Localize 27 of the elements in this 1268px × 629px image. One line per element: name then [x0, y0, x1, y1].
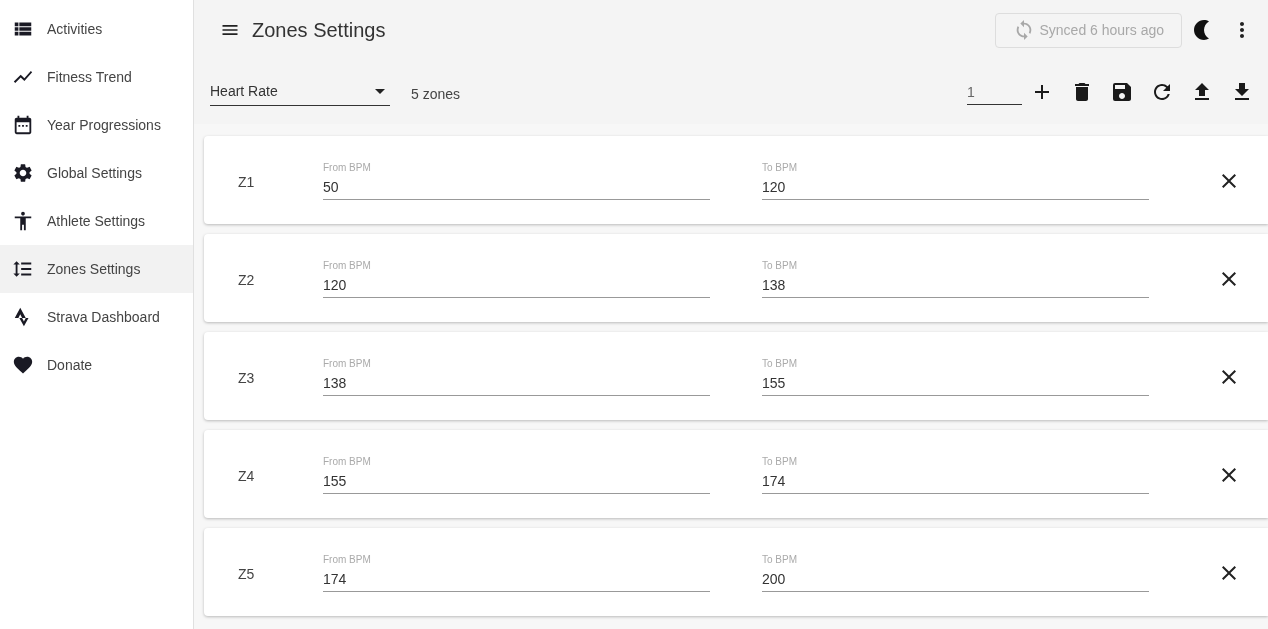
- from-bpm-field[interactable]: From BPM 155: [323, 454, 710, 494]
- heart-icon: [12, 354, 34, 376]
- zone-type-dropdown[interactable]: Heart Rate: [210, 78, 390, 106]
- person-icon: [12, 210, 34, 232]
- to-bpm-field[interactable]: To BPM 120: [762, 160, 1149, 200]
- to-bpm-field[interactable]: To BPM 138: [762, 258, 1149, 298]
- zone-count: 5 zones: [411, 84, 461, 104]
- from-bpm-field[interactable]: From BPM 138: [323, 356, 710, 396]
- from-bpm-field[interactable]: From BPM 120: [323, 258, 710, 298]
- page-title: Zones Settings: [252, 18, 386, 43]
- settings-icon: [12, 162, 34, 184]
- to-bpm-field[interactable]: To BPM 155: [762, 356, 1149, 396]
- from-bpm-field[interactable]: From BPM 174: [323, 552, 710, 592]
- zone-name: Z1: [237, 172, 256, 192]
- zone-name: Z4: [237, 466, 256, 486]
- caret-icon: [375, 89, 385, 94]
- to-bpm-field[interactable]: To BPM 174: [762, 454, 1149, 494]
- save-icon[interactable]: [1110, 80, 1134, 104]
- to-bpm-field[interactable]: To BPM 200: [762, 552, 1149, 592]
- zone-name: Z2: [237, 270, 256, 290]
- step-field[interactable]: 1: [967, 79, 1022, 105]
- zone-name: Z3: [237, 368, 256, 388]
- calendar-icon: [12, 114, 34, 136]
- sort-list-icon: [12, 258, 34, 280]
- from-bpm-field[interactable]: From BPM 50: [323, 160, 710, 200]
- sidebar-item[interactable]: Zones Settings: [0, 245, 193, 293]
- zone-name: Z5: [237, 564, 256, 584]
